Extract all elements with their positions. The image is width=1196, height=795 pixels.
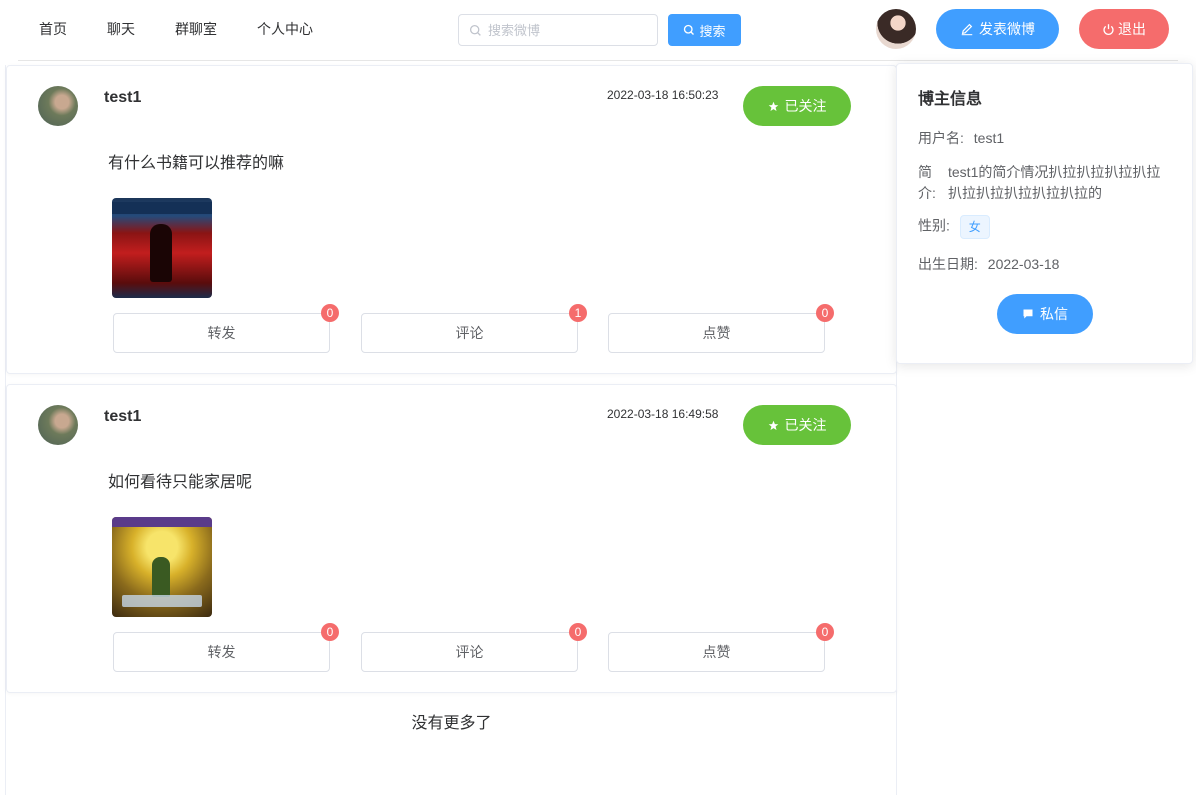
logout-button[interactable]: 退出: [1079, 9, 1169, 49]
logout-label: 退出: [1118, 21, 1146, 37]
post-content: 有什么书籍可以推荐的嘛: [108, 155, 285, 172]
comment-count-badge: 0: [569, 623, 587, 641]
post-timestamp: 2022-03-18 16:50:23: [607, 88, 719, 102]
follow-button-label: 已关注: [784, 417, 827, 433]
search-icon: [683, 24, 695, 36]
repost-count-badge: 0: [321, 304, 339, 322]
comment-button[interactable]: 评论 1: [361, 304, 587, 353]
nav-item-profile[interactable]: 个人中心: [257, 19, 313, 39]
birth-row: 出生日期: 2022-03-18: [918, 254, 1059, 274]
post-author-name[interactable]: test1: [104, 89, 141, 107]
private-message-button[interactable]: 私信: [997, 294, 1093, 334]
user-avatar[interactable]: [876, 9, 916, 49]
post-author-name[interactable]: test1: [104, 408, 141, 426]
intro-value: test1的简介情况扒拉扒拉扒拉扒拉扒拉扒拉扒拉扒拉扒拉的: [948, 164, 1161, 201]
username-row: 用户名: test1: [918, 128, 1004, 148]
follow-button-label: 已关注: [784, 98, 827, 114]
birth-label: 出生日期:: [918, 256, 978, 272]
post-author-avatar[interactable]: [38, 405, 78, 445]
post-image[interactable]: [112, 198, 212, 298]
gender-tag: 女: [959, 215, 990, 239]
nav-item-group-chat[interactable]: 群聊室: [175, 19, 217, 39]
message-icon: [1022, 308, 1034, 320]
follow-button[interactable]: 已关注: [743, 86, 851, 126]
search-icon: [469, 24, 482, 37]
search-button-label: 搜索: [699, 23, 726, 39]
post-author-avatar[interactable]: [38, 86, 78, 126]
edit-icon: [960, 22, 974, 36]
repost-label: 转发: [207, 325, 236, 341]
gender-label: 性别:: [918, 217, 950, 234]
like-label: 点赞: [702, 644, 731, 660]
navbar-divider: [18, 60, 1178, 61]
repost-button[interactable]: 转发 0: [113, 304, 339, 353]
repost-button[interactable]: 转发 0: [113, 623, 339, 672]
comment-label: 评论: [455, 644, 484, 660]
power-icon: [1102, 23, 1115, 36]
like-button[interactable]: 点赞 0: [608, 623, 834, 672]
search-input[interactable]: [488, 22, 648, 38]
like-button[interactable]: 点赞 0: [608, 304, 834, 353]
gender-row: 性别: 女: [918, 215, 990, 239]
search-button[interactable]: 搜索: [668, 14, 741, 46]
like-label: 点赞: [702, 325, 731, 341]
post-feed: test1 2022-03-18 16:50:23 已关注 有什么书籍可以推荐的…: [5, 65, 897, 795]
no-more-text: 没有更多了: [411, 715, 492, 732]
post-content: 如何看待只能家居呢: [108, 474, 253, 491]
nav-item-chat[interactable]: 聊天: [107, 19, 135, 39]
comment-button[interactable]: 评论 0: [361, 623, 587, 672]
follow-button[interactable]: 已关注: [743, 405, 851, 445]
like-count-badge: 0: [816, 304, 834, 322]
top-navbar: 首页 聊天 群聊室 个人中心 搜索 发表微博 退出: [0, 0, 1196, 61]
username-value: test1: [973, 130, 1005, 146]
blogger-info-panel: 博主信息 用户名: test1 简介: test1的简介情况扒拉扒拉扒拉扒拉扒拉…: [896, 63, 1193, 364]
post-weibo-button[interactable]: 发表微博: [936, 9, 1059, 49]
panel-title: 博主信息: [918, 91, 983, 108]
post-timestamp: 2022-03-18 16:49:58: [607, 407, 719, 421]
intro-label: 简介:: [918, 164, 936, 201]
post-weibo-label: 发表微博: [979, 21, 1035, 37]
comment-count-badge: 1: [569, 304, 587, 322]
comment-label: 评论: [455, 325, 484, 341]
post-card: test1 2022-03-18 16:49:58 已关注 如何看待只能家居呢 …: [6, 384, 897, 693]
star-icon: [768, 420, 779, 431]
nav-item-home[interactable]: 首页: [39, 19, 67, 39]
private-message-label: 私信: [1040, 306, 1068, 322]
repost-label: 转发: [207, 644, 236, 660]
repost-count-badge: 0: [321, 623, 339, 641]
star-icon: [768, 101, 779, 112]
search-box: [458, 14, 658, 46]
like-count-badge: 0: [816, 623, 834, 641]
birth-value: 2022-03-18: [987, 256, 1060, 272]
post-card: test1 2022-03-18 16:50:23 已关注 有什么书籍可以推荐的…: [6, 65, 897, 374]
username-label: 用户名:: [918, 130, 964, 146]
post-image[interactable]: [112, 517, 212, 617]
